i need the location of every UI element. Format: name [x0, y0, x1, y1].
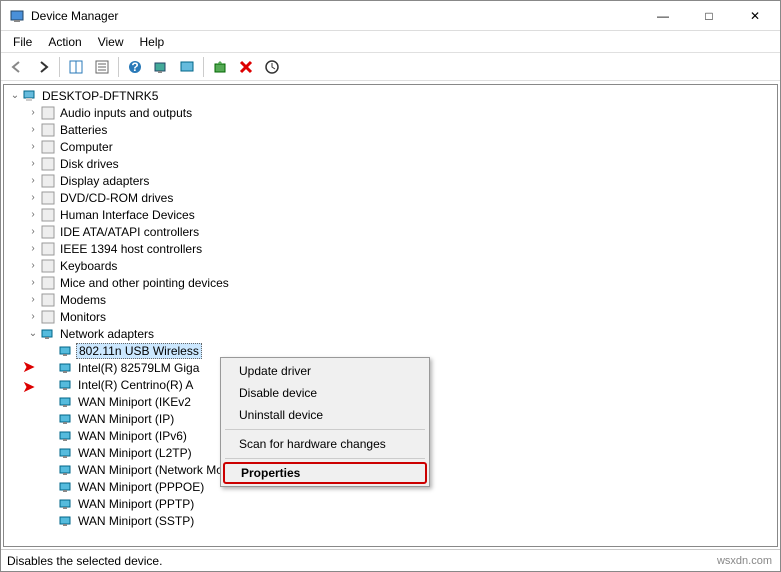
watermark: wsxdn.com	[717, 555, 772, 567]
tree-device[interactable]: WAN Miniport (PPTP)	[4, 495, 777, 512]
app-icon	[9, 8, 25, 24]
toolbar-separator	[59, 57, 60, 77]
tree-category[interactable]: ›Audio inputs and outputs	[4, 104, 777, 121]
menu-file[interactable]: File	[5, 33, 40, 51]
tree-root-node[interactable]: ⌄DESKTOP-DFTNRK5	[4, 87, 777, 104]
tree-category[interactable]: ›Keyboards	[4, 257, 777, 274]
scan-icon[interactable]	[149, 55, 173, 79]
tree-category[interactable]: ›DVD/CD-ROM drives	[4, 189, 777, 206]
tree-category[interactable]: ›Mice and other pointing devices	[4, 274, 777, 291]
tree-device[interactable]: WAN Miniport (SSTP)	[4, 512, 777, 529]
maximize-button[interactable]: □	[686, 1, 732, 31]
tree-category[interactable]: ›IDE ATA/ATAPI controllers	[4, 223, 777, 240]
toolbar-separator	[118, 57, 119, 77]
context-menu-separator	[225, 458, 425, 459]
svg-text:?: ?	[131, 60, 138, 74]
statusbar: Disables the selected device.	[1, 549, 780, 571]
tree-category[interactable]: ›Disk drives	[4, 155, 777, 172]
context-menu-separator	[225, 429, 425, 430]
back-icon[interactable]	[5, 55, 29, 79]
close-button[interactable]: ✕	[732, 1, 778, 31]
toolbar: ?	[1, 53, 780, 81]
menu-view[interactable]: View	[90, 33, 132, 51]
context-menu-item[interactable]: Uninstall device	[223, 404, 427, 426]
forward-icon[interactable]	[31, 55, 55, 79]
menubar: File Action View Help	[1, 31, 780, 53]
uninstall-icon[interactable]	[234, 55, 258, 79]
properties-icon[interactable]	[90, 55, 114, 79]
context-menu: Update driverDisable deviceUninstall dev…	[220, 357, 430, 487]
toolbar-separator	[203, 57, 204, 77]
tree-category[interactable]: ›Batteries	[4, 121, 777, 138]
context-menu-item[interactable]: Properties	[223, 462, 427, 484]
tree-category[interactable]: ›Computer	[4, 138, 777, 155]
tree-category[interactable]: ›IEEE 1394 host controllers	[4, 240, 777, 257]
tree-category[interactable]: ›Display adapters	[4, 172, 777, 189]
status-text: Disables the selected device.	[7, 554, 162, 568]
tree-category[interactable]: ›Monitors	[4, 308, 777, 325]
show-hide-icon[interactable]	[64, 55, 88, 79]
minimize-button[interactable]: —	[640, 1, 686, 31]
menu-action[interactable]: Action	[40, 33, 89, 51]
scan-hardware-icon[interactable]	[260, 55, 284, 79]
window-title: Device Manager	[31, 9, 640, 23]
context-menu-item[interactable]: Scan for hardware changes	[223, 433, 427, 455]
update-driver-icon[interactable]	[208, 55, 232, 79]
tree-category[interactable]: ⌄Network adapters	[4, 325, 777, 342]
titlebar: Device Manager — □ ✕	[1, 1, 780, 31]
help-icon[interactable]: ?	[123, 55, 147, 79]
tree-category[interactable]: ›Human Interface Devices	[4, 206, 777, 223]
menu-help[interactable]: Help	[132, 33, 173, 51]
monitor-icon[interactable]	[175, 55, 199, 79]
context-menu-item[interactable]: Disable device	[223, 382, 427, 404]
tree-category[interactable]: ›Modems	[4, 291, 777, 308]
context-menu-item[interactable]: Update driver	[223, 360, 427, 382]
